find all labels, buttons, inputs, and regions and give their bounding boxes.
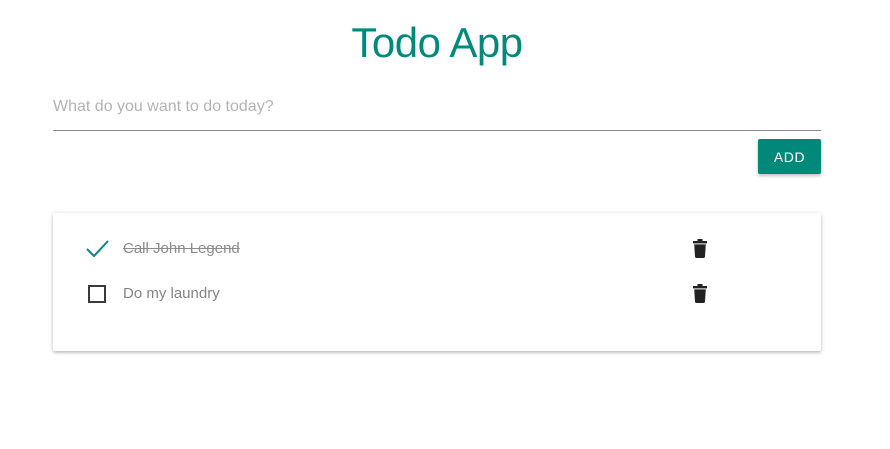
todo-input-wrapper xyxy=(53,88,821,131)
list-item: Call John Legend xyxy=(53,234,821,264)
trash-icon[interactable] xyxy=(693,239,707,258)
todo-item-label: Do my laundry xyxy=(123,285,220,302)
checkbox-empty-icon[interactable] xyxy=(88,285,106,303)
trash-icon[interactable] xyxy=(693,284,707,303)
page-title: Todo App xyxy=(351,19,523,66)
todo-app: Todo App ADD Call John Legend Do my l xyxy=(0,0,890,449)
todo-item-label: Call John Legend xyxy=(123,240,240,257)
add-button[interactable]: ADD xyxy=(758,139,821,174)
list-item: Do my laundry xyxy=(53,279,821,309)
todo-input[interactable] xyxy=(53,88,821,126)
checkmark-icon[interactable] xyxy=(86,240,109,258)
todo-list: Call John Legend Do my laundry xyxy=(53,213,821,351)
